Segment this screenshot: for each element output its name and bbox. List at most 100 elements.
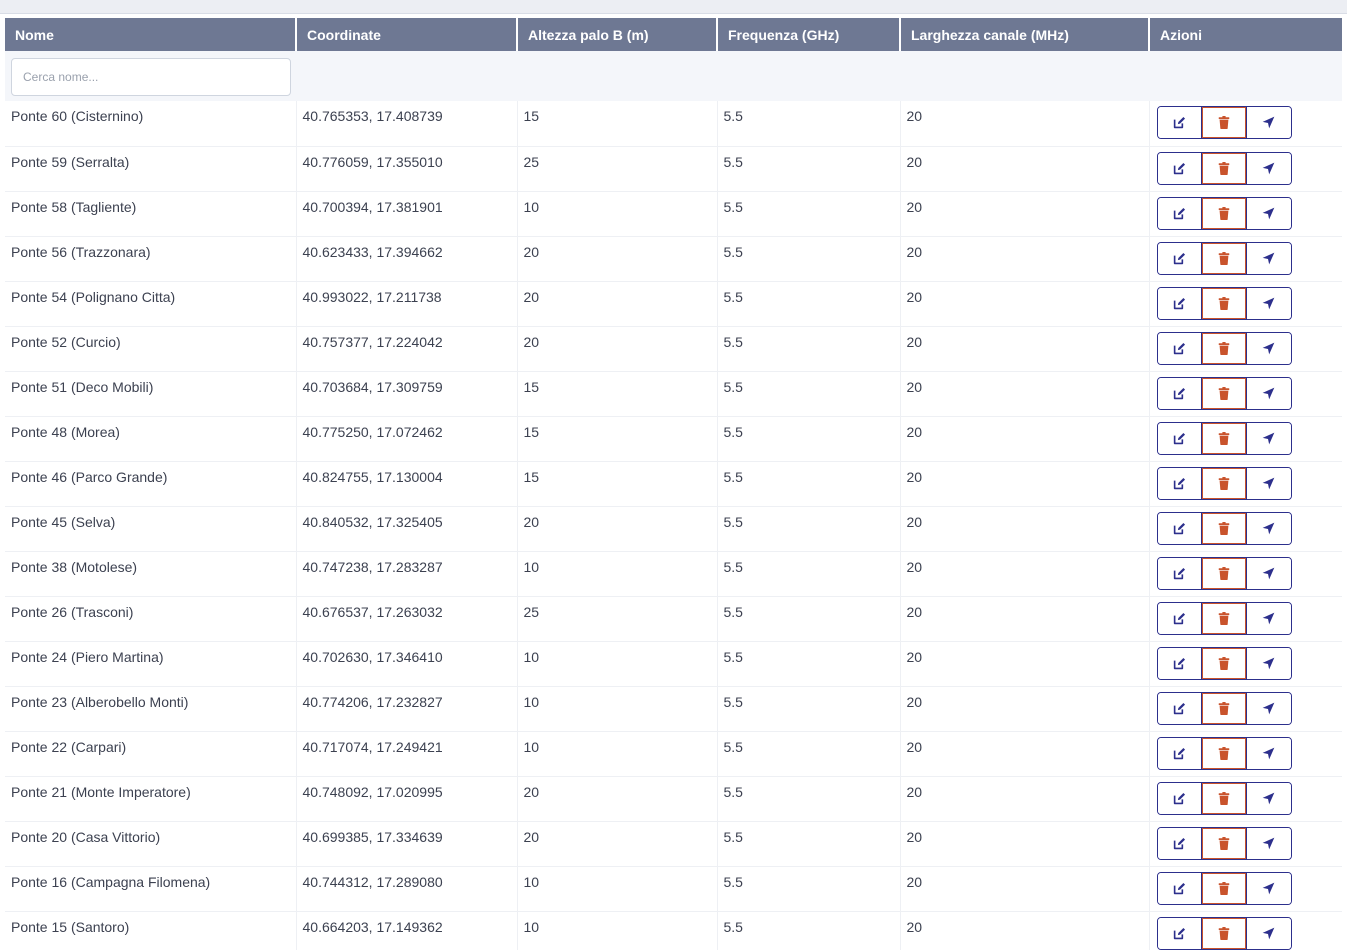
trash-icon	[1218, 611, 1230, 625]
edit-button[interactable]	[1157, 692, 1203, 724]
delete-button[interactable]	[1202, 557, 1247, 589]
cell-coordinate: 40.703684, 17.309759	[296, 371, 518, 417]
delete-button[interactable]	[1202, 107, 1247, 138]
search-name-input[interactable]	[11, 57, 291, 96]
edit-button[interactable]	[1157, 332, 1203, 364]
cell-nome: Ponte 45 (Selva)	[5, 506, 297, 552]
edit-button[interactable]	[1157, 917, 1203, 949]
delete-button[interactable]	[1202, 377, 1247, 409]
edit-button[interactable]	[1157, 782, 1203, 814]
cell-coordinate: 40.664203, 17.149362	[296, 911, 518, 950]
navigate-button[interactable]	[1246, 872, 1291, 904]
cell-nome: Ponte 20 (Casa Vittorio)	[5, 821, 297, 867]
navigate-button[interactable]	[1246, 152, 1291, 184]
edit-button[interactable]	[1157, 647, 1203, 679]
navigate-button[interactable]	[1246, 827, 1291, 859]
edit-button[interactable]	[1157, 827, 1203, 859]
row-action-group	[1156, 646, 1292, 680]
cell-larghezza: 20	[900, 776, 1150, 822]
edit-button[interactable]	[1157, 602, 1203, 634]
cell-altezza: 10	[517, 641, 718, 687]
delete-button[interactable]	[1202, 287, 1247, 319]
cell-altezza: 10	[517, 731, 718, 777]
edit-button[interactable]	[1157, 737, 1203, 769]
trash-icon	[1218, 476, 1230, 490]
cell-coordinate: 40.757377, 17.224042	[296, 326, 518, 372]
cell-azioni	[1149, 371, 1342, 417]
edit-button[interactable]	[1157, 557, 1203, 589]
navigate-button[interactable]	[1246, 287, 1291, 319]
cell-frequenza: 5.5	[717, 731, 901, 777]
row-action-group	[1156, 286, 1292, 320]
edit-button[interactable]	[1157, 152, 1203, 184]
cell-nome: Ponte 56 (Trazzonara)	[5, 236, 297, 282]
navigate-button[interactable]	[1246, 737, 1291, 769]
navigate-button[interactable]	[1246, 602, 1291, 634]
navigate-button[interactable]	[1246, 422, 1291, 454]
navigate-button[interactable]	[1246, 107, 1291, 138]
delete-button[interactable]	[1202, 242, 1247, 274]
navigate-button[interactable]	[1246, 647, 1291, 679]
cell-azioni	[1149, 281, 1342, 327]
column-header-altezza[interactable]: Altezza palo B (m)	[517, 18, 718, 51]
navigate-button[interactable]	[1246, 197, 1291, 229]
navigate-button[interactable]	[1246, 692, 1291, 724]
edit-button[interactable]	[1157, 872, 1203, 904]
edit-icon	[1173, 612, 1185, 624]
column-header-nome[interactable]: Nome	[5, 18, 297, 51]
row-action-group	[1156, 556, 1292, 590]
edit-button[interactable]	[1157, 107, 1203, 138]
cell-coordinate: 40.993022, 17.211738	[296, 281, 518, 327]
delete-button[interactable]	[1202, 827, 1247, 859]
cell-frequenza: 5.5	[717, 146, 901, 192]
edit-button[interactable]	[1157, 197, 1203, 229]
navigate-icon	[1262, 657, 1275, 669]
edit-button[interactable]	[1157, 422, 1203, 454]
table-row: Ponte 58 (Tagliente) 40.700394, 17.38190…	[5, 191, 1342, 237]
cell-nome: Ponte 58 (Tagliente)	[5, 191, 297, 237]
edit-button[interactable]	[1157, 512, 1203, 544]
navigate-button[interactable]	[1246, 332, 1291, 364]
navigate-button[interactable]	[1246, 377, 1291, 409]
edit-button[interactable]	[1157, 287, 1203, 319]
navigate-icon	[1262, 747, 1275, 759]
delete-button[interactable]	[1202, 332, 1247, 364]
delete-button[interactable]	[1202, 917, 1247, 949]
cell-azioni	[1149, 326, 1342, 372]
column-header-coordinate[interactable]: Coordinate	[296, 18, 518, 51]
navigate-icon	[1262, 702, 1275, 714]
edit-button[interactable]	[1157, 377, 1203, 409]
cell-larghezza: 20	[900, 866, 1150, 912]
cell-coordinate: 40.676537, 17.263032	[296, 596, 518, 642]
cell-larghezza: 20	[900, 731, 1150, 777]
edit-icon	[1173, 882, 1185, 894]
column-header-larghezza[interactable]: Larghezza canale (MHz)	[900, 18, 1150, 51]
navigate-button[interactable]	[1246, 917, 1291, 949]
delete-button[interactable]	[1202, 197, 1247, 229]
navigate-button[interactable]	[1246, 242, 1291, 274]
delete-button[interactable]	[1202, 602, 1247, 634]
delete-button[interactable]	[1202, 467, 1247, 499]
navigate-button[interactable]	[1246, 512, 1291, 544]
delete-button[interactable]	[1202, 692, 1247, 724]
cell-larghezza: 20	[900, 641, 1150, 687]
edit-button[interactable]	[1157, 467, 1203, 499]
edit-button[interactable]	[1157, 242, 1203, 274]
ponti-table-container: Nome Coordinate Altezza palo B (m) Frequ…	[5, 18, 1342, 950]
row-action-group	[1156, 511, 1292, 545]
cell-nome: Ponte 38 (Motolese)	[5, 551, 297, 597]
delete-button[interactable]	[1202, 512, 1247, 544]
delete-button[interactable]	[1202, 152, 1247, 184]
navigate-button[interactable]	[1246, 467, 1291, 499]
navigate-button[interactable]	[1246, 782, 1291, 814]
delete-button[interactable]	[1202, 647, 1247, 679]
edit-icon	[1173, 387, 1185, 399]
cell-nome: Ponte 23 (Alberobello Monti)	[5, 686, 297, 732]
cell-nome: Ponte 16 (Campagna Filomena)	[5, 866, 297, 912]
delete-button[interactable]	[1202, 737, 1247, 769]
delete-button[interactable]	[1202, 872, 1247, 904]
navigate-button[interactable]	[1246, 557, 1291, 589]
delete-button[interactable]	[1202, 422, 1247, 454]
column-header-frequenza[interactable]: Frequenza (GHz)	[717, 18, 901, 51]
delete-button[interactable]	[1202, 782, 1247, 814]
